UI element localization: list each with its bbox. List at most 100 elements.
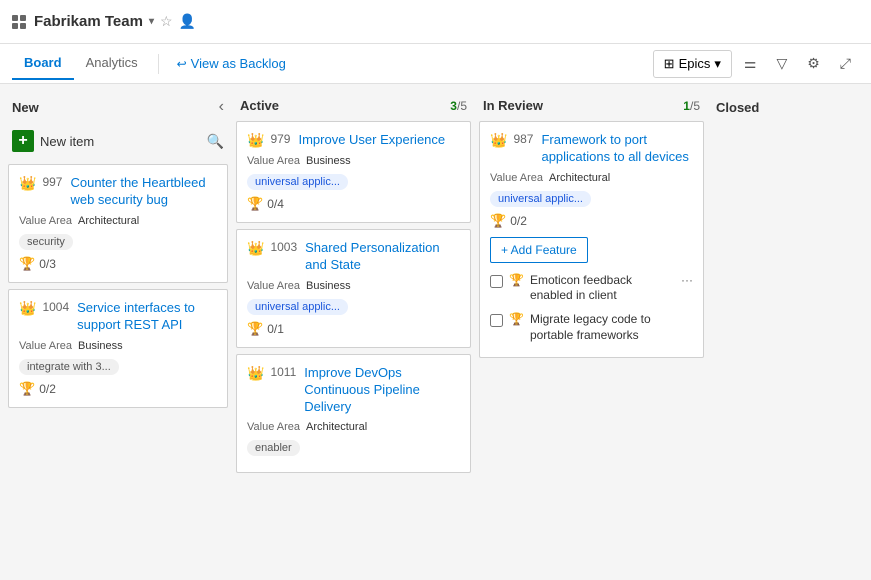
card-979[interactable]: 👑 979 Improve User Experience Value Area… bbox=[236, 121, 471, 223]
column-count-total-in-review: 5 bbox=[693, 99, 700, 113]
card-997-id: 997 bbox=[42, 175, 62, 189]
column-title-new: New bbox=[12, 100, 215, 115]
card-987-title[interactable]: Framework to port applications to all de… bbox=[541, 132, 693, 166]
feature-1-checkbox[interactable] bbox=[490, 275, 503, 288]
columns-settings-icon[interactable]: ⚌ bbox=[736, 49, 765, 78]
search-button[interactable]: 🔍 bbox=[207, 133, 224, 150]
card-997-tag[interactable]: security bbox=[19, 234, 73, 250]
card-979-tag[interactable]: universal applic... bbox=[247, 174, 348, 190]
backlog-icon: ↩ bbox=[177, 57, 187, 71]
card-979-value: Business bbox=[306, 155, 351, 167]
add-feature-section: + Add Feature 🏆 Emoticon feedback enable… bbox=[490, 237, 693, 347]
column-new: New ‹ + New item 🔍 👑 997 Counter the Hea… bbox=[8, 92, 228, 572]
card-987-tag[interactable]: universal applic... bbox=[490, 191, 591, 207]
card-1003-tag[interactable]: universal applic... bbox=[247, 299, 348, 315]
card-1003-title[interactable]: Shared Personalization and State bbox=[305, 240, 460, 274]
feature-2-checkbox[interactable] bbox=[490, 314, 503, 327]
team-name: Fabrikam Team bbox=[34, 13, 143, 30]
card-1011-id: 1011 bbox=[270, 365, 296, 379]
card-1004-score: 0/2 bbox=[39, 382, 56, 396]
card-1004-value: Business bbox=[78, 340, 123, 352]
feature-item-1: 🏆 Emoticon feedback enabled in client ··… bbox=[490, 269, 693, 308]
feature-2-title: Migrate legacy code to portable framewor… bbox=[530, 312, 693, 343]
card-997-title[interactable]: Counter the Heartbleed web security bug bbox=[70, 175, 217, 209]
top-bar: Fabrikam Team ▾ ☆ 👤 bbox=[0, 0, 871, 44]
card-1011-header: 👑 1011 Improve DevOps Continuous Pipelin… bbox=[247, 365, 460, 416]
filter-icon[interactable]: ▽ bbox=[768, 49, 795, 78]
card-1004-header: 👑 1004 Service interfaces to support RES… bbox=[19, 300, 217, 334]
card-1003[interactable]: 👑 1003 Shared Personalization and State … bbox=[236, 229, 471, 348]
tab-board[interactable]: Board bbox=[12, 47, 74, 80]
card-987-crown-icon: 👑 bbox=[490, 132, 507, 149]
card-1004-tag[interactable]: integrate with 3... bbox=[19, 359, 119, 375]
card-1011[interactable]: 👑 1011 Improve DevOps Continuous Pipelin… bbox=[236, 354, 471, 474]
card-979-id: 979 bbox=[270, 132, 290, 146]
card-979-header: 👑 979 Improve User Experience bbox=[247, 132, 460, 149]
card-987-trophy-icon: 🏆 bbox=[490, 213, 506, 229]
card-1003-value-label: Value Area bbox=[247, 280, 300, 292]
card-1003-value: Business bbox=[306, 280, 351, 292]
card-979-value-area: Value Area Business bbox=[247, 155, 460, 167]
new-item-row: + New item 🔍 bbox=[8, 124, 228, 158]
card-1003-crown-icon: 👑 bbox=[247, 240, 264, 257]
column-title-in-review: In Review bbox=[483, 98, 679, 113]
board-area: New ‹ + New item 🔍 👑 997 Counter the Hea… bbox=[0, 84, 871, 580]
cards-container-in-review: 👑 987 Framework to port applications to … bbox=[479, 121, 704, 358]
app-grid-icon bbox=[12, 15, 26, 29]
add-new-item-button[interactable]: + bbox=[12, 130, 34, 152]
card-979-value-label: Value Area bbox=[247, 155, 300, 167]
card-997-header: 👑 997 Counter the Heartbleed web securit… bbox=[19, 175, 217, 209]
card-987-id: 987 bbox=[513, 132, 533, 146]
column-header-active: Active 3/5 bbox=[236, 92, 471, 121]
card-1011-tag[interactable]: enabler bbox=[247, 440, 300, 456]
card-987-value-area: Value Area Architectural bbox=[490, 172, 693, 184]
team-chevron-icon[interactable]: ▾ bbox=[149, 16, 154, 27]
card-987-footer: 🏆 0/2 bbox=[490, 213, 693, 229]
epics-label: Epics bbox=[679, 56, 711, 71]
tab-analytics[interactable]: Analytics bbox=[74, 47, 150, 80]
card-1004[interactable]: 👑 1004 Service interfaces to support RES… bbox=[8, 289, 228, 408]
collapse-new-button[interactable]: ‹ bbox=[219, 98, 224, 116]
column-closed: Closed › bbox=[712, 92, 871, 572]
card-1004-value-area: Value Area Business bbox=[19, 340, 217, 352]
card-979-crown-icon: 👑 bbox=[247, 132, 264, 149]
add-feature-button[interactable]: + Add Feature bbox=[490, 237, 588, 263]
card-997-value: Architectural bbox=[78, 215, 139, 227]
card-997-footer: 🏆 0/3 bbox=[19, 256, 217, 272]
person-icon[interactable]: 👤 bbox=[179, 13, 196, 30]
card-997[interactable]: 👑 997 Counter the Heartbleed web securit… bbox=[8, 164, 228, 283]
card-1004-crown-icon: 👑 bbox=[19, 300, 36, 317]
card-987-value-label: Value Area bbox=[490, 172, 543, 184]
nav-right-actions: ⊞ Epics ▾ ⚌ ▽ ⚙ ⤢ bbox=[653, 49, 859, 78]
card-997-crown-icon: 👑 bbox=[19, 175, 36, 192]
favorite-star-icon[interactable]: ☆ bbox=[160, 13, 173, 30]
card-1011-title[interactable]: Improve DevOps Continuous Pipeline Deliv… bbox=[304, 365, 460, 416]
card-1011-value: Architectural bbox=[306, 421, 367, 433]
card-997-value-area: Value Area Architectural bbox=[19, 215, 217, 227]
feature-2-trophy-icon: 🏆 bbox=[509, 312, 524, 326]
card-997-value-label: Value Area bbox=[19, 215, 72, 227]
epics-grid-icon: ⊞ bbox=[664, 56, 675, 72]
settings-icon[interactable]: ⚙ bbox=[799, 49, 828, 78]
app-title[interactable]: Fabrikam Team ▾ bbox=[34, 13, 154, 30]
card-1003-id: 1003 bbox=[270, 240, 297, 254]
feature-1-more-icon[interactable]: ··· bbox=[681, 273, 693, 287]
epics-button[interactable]: ⊞ Epics ▾ bbox=[653, 50, 732, 78]
column-count-total-active: 5 bbox=[460, 99, 467, 113]
card-1003-score: 0/1 bbox=[267, 322, 284, 336]
expand-icon[interactable]: ⤢ bbox=[832, 49, 859, 78]
view-as-backlog-button[interactable]: ↩ View as Backlog bbox=[167, 50, 296, 77]
feature-1-title: Emoticon feedback enabled in client bbox=[530, 273, 675, 304]
card-1004-title[interactable]: Service interfaces to support REST API bbox=[77, 300, 217, 334]
card-1004-footer: 🏆 0/2 bbox=[19, 381, 217, 397]
card-997-score: 0/3 bbox=[39, 257, 56, 271]
column-count-in-review: 1/5 bbox=[683, 99, 700, 113]
column-count-current-active: 3 bbox=[450, 99, 457, 113]
card-979-title[interactable]: Improve User Experience bbox=[298, 132, 460, 149]
card-1003-header: 👑 1003 Shared Personalization and State bbox=[247, 240, 460, 274]
column-count-active: 3/5 bbox=[450, 99, 467, 113]
card-987-score: 0/2 bbox=[510, 214, 527, 228]
card-987[interactable]: 👑 987 Framework to port applications to … bbox=[479, 121, 704, 358]
column-header-new: New ‹ bbox=[8, 92, 228, 124]
column-active: Active 3/5 👑 979 Improve User Experience… bbox=[236, 92, 471, 572]
